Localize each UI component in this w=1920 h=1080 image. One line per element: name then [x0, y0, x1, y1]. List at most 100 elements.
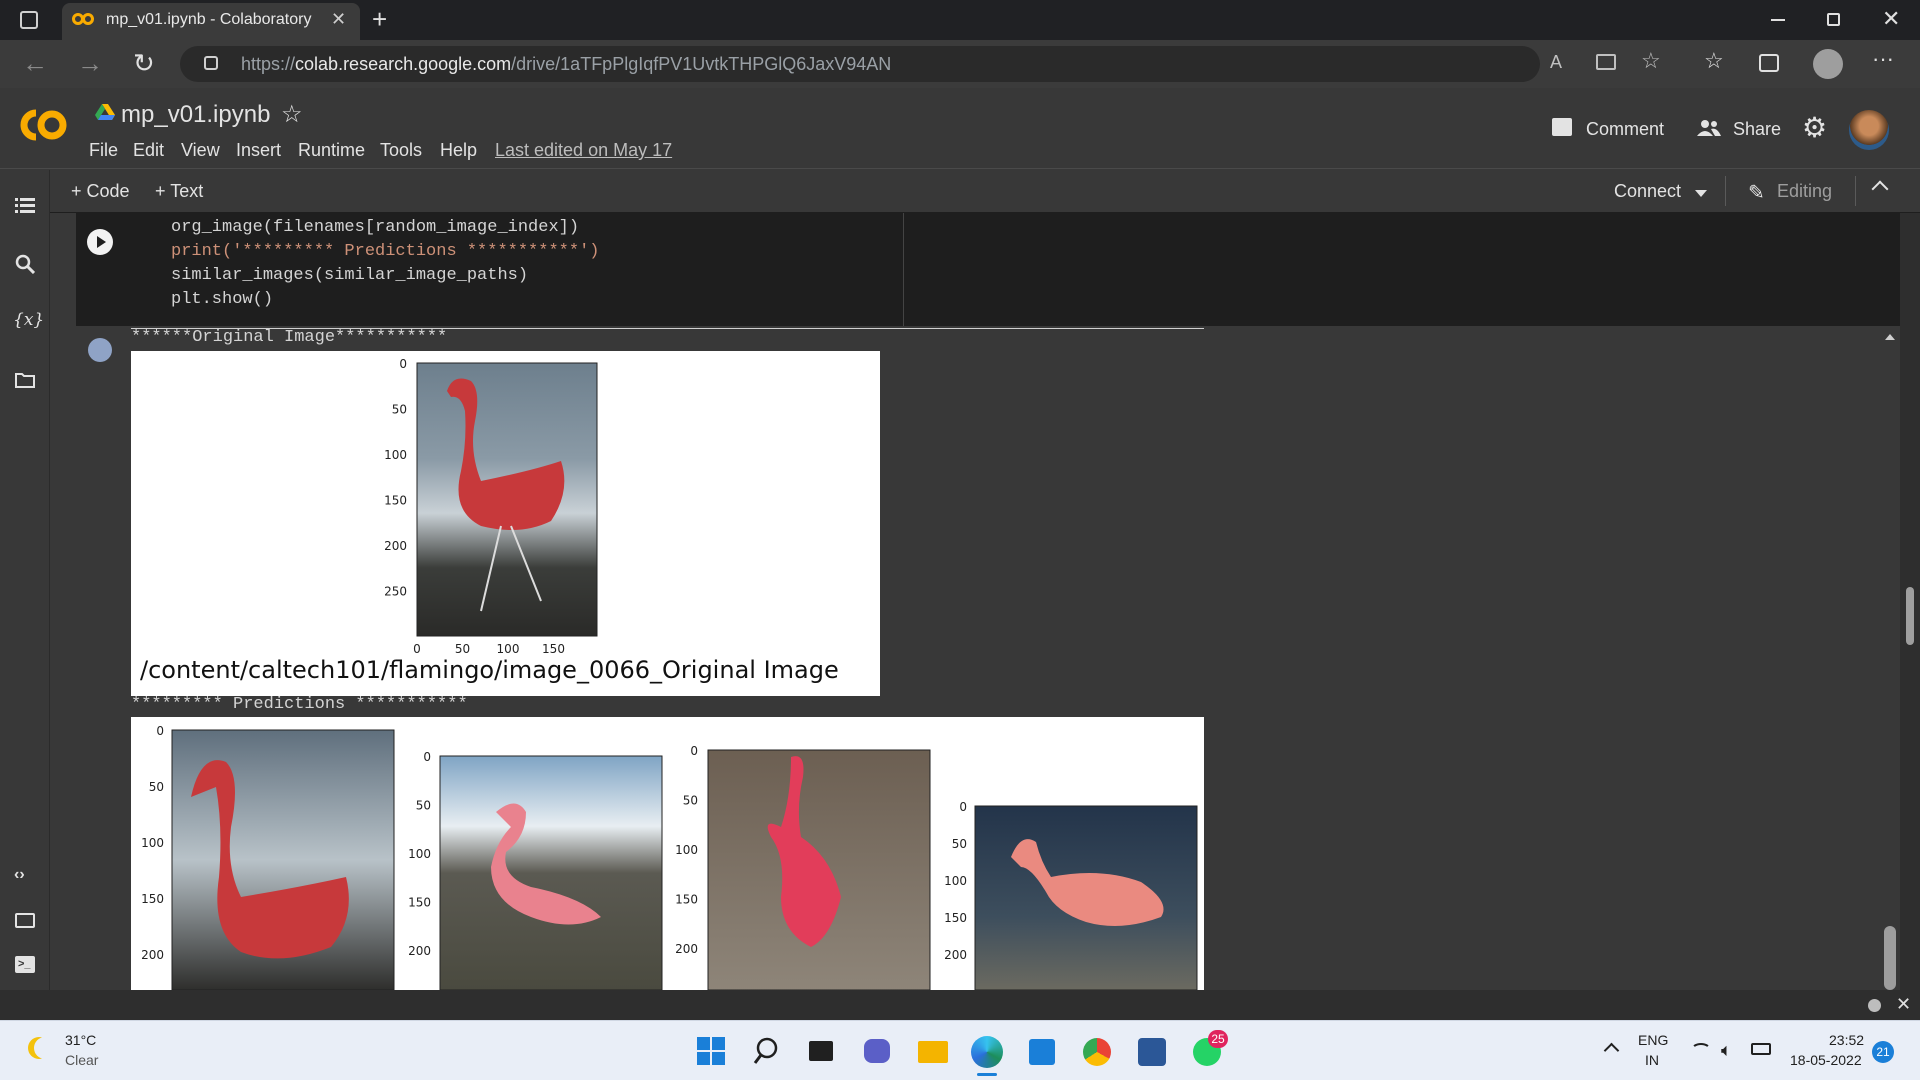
star-icon[interactable]: ☆: [281, 100, 303, 129]
menu-insert[interactable]: Insert: [236, 140, 281, 161]
comment-button[interactable]: Comment: [1586, 119, 1664, 140]
file-explorer-icon[interactable]: [918, 1041, 948, 1063]
connect-button[interactable]: Connect: [1614, 181, 1681, 202]
language-bottom[interactable]: IN: [1645, 1052, 1659, 1068]
windows-start-icon[interactable]: [697, 1037, 725, 1065]
y-tick-label: 100: [408, 847, 431, 861]
notification-badge[interactable]: 21: [1872, 1041, 1894, 1063]
weather-condition[interactable]: Clear: [65, 1052, 98, 1068]
favorite-add-icon[interactable]: ☆: [1641, 48, 1661, 74]
terminal-icon[interactable]: >_: [15, 956, 35, 973]
menu-help[interactable]: Help: [440, 140, 477, 161]
back-icon[interactable]: ←: [22, 48, 48, 79]
y-tick-label: 100: [944, 874, 967, 888]
weather-temperature[interactable]: 31°C: [65, 1032, 96, 1048]
pencil-icon: ✎: [1748, 182, 1765, 204]
y-tick-label: 150: [408, 896, 431, 910]
battery-icon[interactable]: [1751, 1043, 1771, 1055]
taskbar-search-icon[interactable]: [753, 1037, 781, 1065]
tab-actions-icon[interactable]: [20, 11, 38, 29]
teams-chat-icon[interactable]: [864, 1039, 890, 1063]
y-tick-label: 200: [675, 942, 698, 956]
weather-moon-icon[interactable]: [34, 1037, 56, 1059]
command-palette-icon[interactable]: [15, 913, 35, 928]
yaxis-pred-4: 0 50 100 150 200: [944, 800, 967, 962]
menu-edit[interactable]: Edit: [133, 140, 164, 161]
comment-icon[interactable]: [1552, 118, 1572, 136]
restore-icon[interactable]: [1827, 13, 1840, 26]
clock-time[interactable]: 23:52: [1829, 1032, 1864, 1048]
wifi-icon[interactable]: [1691, 1043, 1711, 1057]
colab-status-bar: ✕: [0, 990, 1920, 1020]
page-scrollbar[interactable]: [1900, 213, 1920, 990]
page-scroll-thumb[interactable]: [1906, 587, 1914, 645]
y-tick-label: 100: [384, 448, 407, 462]
code-line: plt.show(): [171, 290, 274, 309]
menu-tools[interactable]: Tools: [380, 140, 422, 161]
notebook-title[interactable]: mp_v01.ipynb: [121, 101, 270, 129]
last-edited-link[interactable]: Last edited on May 17: [495, 140, 672, 161]
scroll-up-icon[interactable]: [1885, 334, 1895, 340]
variables-icon[interactable]: {x}: [13, 310, 44, 330]
url-text[interactable]: https://colab.research.google.com/drive/…: [241, 54, 891, 75]
user-avatar[interactable]: [1849, 110, 1889, 150]
language-top[interactable]: ENG: [1638, 1032, 1668, 1048]
x-tick-label: 0: [413, 642, 421, 656]
immersive-reader-icon[interactable]: [1596, 54, 1616, 70]
table-of-contents-icon[interactable]: [15, 198, 35, 214]
yaxis-pred-3: 0 50 100 150 200: [675, 744, 698, 956]
code-snippets-icon[interactable]: ‹›: [14, 866, 25, 884]
word-icon[interactable]: [1138, 1038, 1166, 1066]
url-prefix: https://: [241, 54, 296, 74]
add-text-button[interactable]: + Text: [155, 181, 203, 202]
share-button[interactable]: Share: [1733, 119, 1781, 140]
editing-mode-label[interactable]: Editing: [1777, 181, 1832, 202]
y-tick-label: 200: [141, 948, 164, 962]
favorites-icon[interactable]: ☆: [1704, 48, 1724, 74]
microsoft-store-icon[interactable]: [1029, 1039, 1055, 1065]
refresh-icon[interactable]: ↻: [133, 48, 155, 79]
more-icon[interactable]: ···: [1872, 46, 1894, 72]
original-image-caption: /content/caltech101/flamingo/image_0066_…: [140, 656, 839, 684]
menu-file[interactable]: File: [89, 140, 118, 161]
left-sidebar: {x} ‹› >_: [0, 170, 50, 990]
tab-close-icon[interactable]: ✕: [331, 9, 346, 30]
minimize-icon[interactable]: [1771, 19, 1785, 21]
colab-favicon-icon: [72, 12, 94, 26]
clock-date[interactable]: 18-05-2022: [1790, 1052, 1862, 1068]
chrome-icon[interactable]: [1083, 1038, 1111, 1066]
code-line: org_image(filenames[random_image_index]): [171, 218, 580, 237]
share-icon[interactable]: [1697, 120, 1721, 136]
forward-icon[interactable]: →: [77, 48, 103, 79]
menu-runtime[interactable]: Runtime: [298, 140, 365, 161]
volume-icon[interactable]: 🔈︎: [1721, 1040, 1732, 1061]
status-close-icon[interactable]: ✕: [1896, 994, 1911, 1015]
close-window-icon[interactable]: ✕: [1882, 6, 1900, 32]
browser-tab-strip: mp_v01.ipynb - Colaboratory ✕ + ✕: [0, 0, 1920, 40]
menu-view[interactable]: View: [181, 140, 220, 161]
settings-gear-icon[interactable]: ⚙: [1802, 111, 1827, 144]
show-hidden-icons[interactable]: [1603, 1042, 1620, 1059]
task-view-icon[interactable]: [809, 1041, 833, 1061]
read-aloud-icon[interactable]: A: [1550, 52, 1562, 73]
search-icon[interactable]: [15, 254, 35, 274]
x-tick-label: 150: [542, 642, 565, 656]
run-cell-play-icon[interactable]: [87, 229, 113, 255]
output-scroll-thumb[interactable]: [1884, 926, 1896, 990]
chevron-down-icon[interactable]: [1695, 190, 1707, 197]
y-tick-label: 150: [944, 911, 967, 925]
colab-logo[interactable]: [16, 105, 70, 145]
files-folder-icon[interactable]: [15, 372, 35, 388]
collections-icon[interactable]: [1759, 54, 1779, 72]
xaxis-original: 0 50 100 150: [413, 642, 565, 656]
profile-icon[interactable]: [1813, 49, 1843, 79]
edge-icon[interactable]: [971, 1036, 1003, 1068]
url-host: colab.research.google.com: [295, 54, 512, 74]
y-tick-label: 0: [156, 724, 164, 738]
code-editor[interactable]: org_image(filenames[random_image_index])…: [171, 216, 599, 312]
add-code-button[interactable]: + Code: [71, 181, 130, 202]
new-tab-icon[interactable]: +: [372, 4, 387, 35]
output-scrollbar[interactable]: [1880, 326, 1900, 990]
y-tick-label: 0: [423, 750, 431, 764]
tab-title: mp_v01.ipynb - Colaboratory: [106, 11, 312, 28]
